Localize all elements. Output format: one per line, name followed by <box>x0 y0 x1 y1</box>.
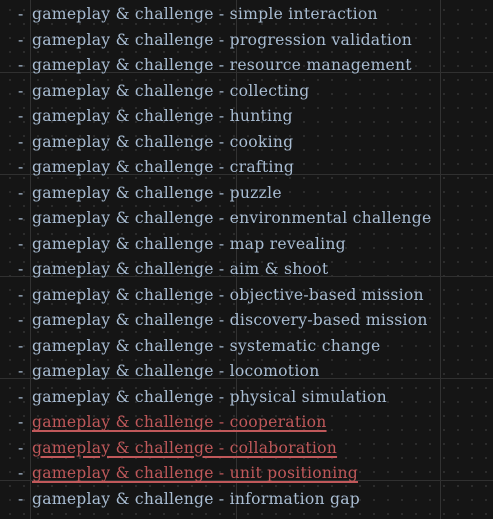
list-item: - gameplay & challenge - discovery-based … <box>18 308 493 334</box>
list-bullet: - <box>18 56 24 74</box>
tag-link[interactable]: gameplay & challenge - environmental cha… <box>32 209 431 227</box>
tag-link[interactable]: gameplay & challenge - crafting <box>32 158 294 176</box>
list-bullet: - <box>18 81 24 100</box>
tag-link[interactable]: gameplay & challenge - physical simulati… <box>32 388 387 406</box>
list-item: - gameplay & challenge - information gap <box>18 487 493 513</box>
list-item: - gameplay & challenge - physical simulat… <box>18 385 493 411</box>
highlighted-tag-link[interactable]: gameplay & challenge - cooperation <box>32 413 327 431</box>
list-bullet: - <box>18 489 24 508</box>
tag-link[interactable]: gameplay & challenge - simple interactio… <box>32 5 378 23</box>
tag-link[interactable]: gameplay & challenge - objective-based m… <box>32 286 424 304</box>
tag-link[interactable]: gameplay & challenge - systematic change <box>32 337 381 355</box>
list-item: - gameplay & challenge - puzzle <box>18 181 493 207</box>
list-item: - gameplay & challenge - resource managem… <box>18 53 493 79</box>
tag-link[interactable]: gameplay & challenge - information gap <box>32 490 360 508</box>
list-item: - gameplay & challenge - map revealing <box>18 232 493 258</box>
highlighted-tag-link[interactable]: gameplay & challenge - unit positioning <box>32 464 358 482</box>
tag-link[interactable]: gameplay & challenge - resource manageme… <box>32 56 412 74</box>
tag-link[interactable]: gameplay & challenge - progression valid… <box>32 31 412 49</box>
tag-link[interactable]: gameplay & challenge - collecting <box>32 82 309 100</box>
tag-link[interactable]: gameplay & challenge - map revealing <box>32 235 346 253</box>
list-item: - gameplay & challenge - progression vali… <box>18 28 493 54</box>
list-bullet: - <box>18 209 24 227</box>
tag-link[interactable]: gameplay & challenge - puzzle <box>32 184 282 202</box>
tag-link[interactable]: gameplay & challenge - discovery-based m… <box>32 311 428 329</box>
list-item: - gameplay & challenge - aim & shoot <box>18 257 493 283</box>
list-bullet: - <box>18 464 24 482</box>
list-item: - gameplay & challenge - collaboration <box>18 436 493 462</box>
list-bullet: - <box>18 336 24 355</box>
list-bullet: - <box>18 285 24 304</box>
list-bullet: - <box>18 234 24 253</box>
list-item: - gameplay & challenge - objective-based … <box>18 283 493 309</box>
list-bullet: - <box>18 132 24 151</box>
highlighted-tag-link[interactable]: gameplay & challenge - collaboration <box>32 439 337 457</box>
list-item: - gameplay & challenge - environmental ch… <box>18 206 493 232</box>
tag-link[interactable]: gameplay & challenge - aim & shoot <box>32 260 328 278</box>
list-item: - gameplay & challenge - systematic chang… <box>18 334 493 360</box>
list-bullet: - <box>18 30 24 49</box>
tag-link[interactable]: gameplay & challenge - cooking <box>32 133 293 151</box>
list-bullet: - <box>18 362 24 380</box>
list-item: - gameplay & challenge - locomotion <box>18 359 493 385</box>
list-bullet: - <box>18 413 24 431</box>
tag-link[interactable]: gameplay & challenge - locomotion <box>32 362 319 380</box>
tag-list: - gameplay & challenge - simple interacti… <box>18 2 493 512</box>
list-item: - gameplay & challenge - crafting <box>18 155 493 181</box>
list-bullet: - <box>18 260 24 278</box>
list-bullet: - <box>18 438 24 457</box>
list-item: - gameplay & challenge - unit positioning <box>18 461 493 487</box>
list-bullet: - <box>18 5 24 23</box>
list-item: - gameplay & challenge - simple interacti… <box>18 2 493 28</box>
list-item: - gameplay & challenge - cooperation <box>18 410 493 436</box>
list-bullet: - <box>18 311 24 329</box>
list-bullet: - <box>18 107 24 125</box>
tag-link[interactable]: gameplay & challenge - hunting <box>32 107 293 125</box>
list-bullet: - <box>18 158 24 176</box>
list-bullet: - <box>18 387 24 406</box>
list-item: - gameplay & challenge - hunting <box>18 104 493 130</box>
list-item: - gameplay & challenge - collecting <box>18 79 493 105</box>
list-bullet: - <box>18 183 24 202</box>
list-item: - gameplay & challenge - cooking <box>18 130 493 156</box>
